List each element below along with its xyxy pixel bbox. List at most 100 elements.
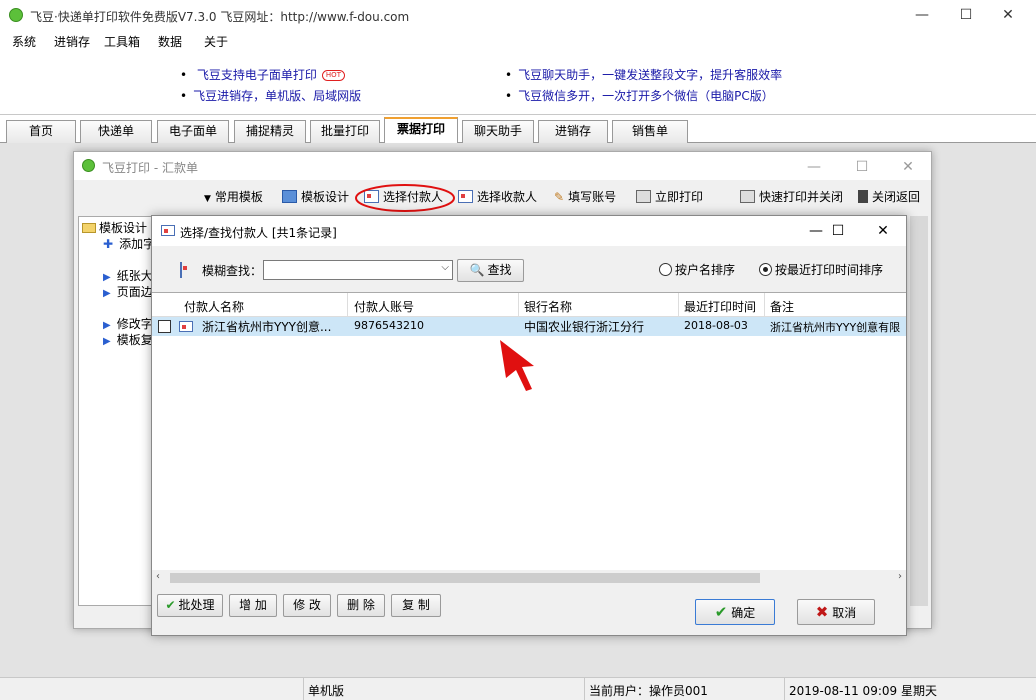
row-checkbox[interactable] — [158, 320, 171, 333]
close-return-label: 关闭返回 — [872, 190, 921, 204]
tree-item-page-margin[interactable]: ▶ 页面边 — [103, 283, 153, 300]
scroll-left-icon[interactable]: ‹ — [156, 571, 160, 582]
tab-capture[interactable]: 捕捉精灵 — [234, 120, 306, 143]
card-icon — [179, 321, 193, 332]
select-payee-label: 选择收款人 — [477, 190, 538, 204]
tree-item-add-field[interactable]: ✚ 添加字 — [103, 235, 155, 252]
tree-item-label: 模板复 — [116, 333, 153, 347]
ok-button[interactable]: ✔ 确定 — [695, 599, 775, 625]
edit-button[interactable]: 修 改 — [283, 594, 331, 617]
close-icon: ✖ — [815, 603, 829, 621]
remittance-close-button[interactable]: ✕ — [888, 156, 928, 178]
minimize-button[interactable]: — — [902, 4, 942, 26]
add-button[interactable]: 增 加 — [229, 594, 277, 617]
tab-inventory[interactable]: 进销存 — [538, 120, 608, 143]
tree-item-label: 添加字 — [119, 237, 156, 251]
card-icon — [180, 262, 182, 278]
menu-about[interactable]: 关于 — [204, 33, 228, 50]
promo-link-eform[interactable]: 飞豆支持电子面单打印 HOT — [180, 66, 345, 83]
tab-home[interactable]: 首页 — [6, 120, 76, 143]
batch-label: 批处理 — [178, 598, 215, 612]
cancel-button[interactable]: ✖ 取消 — [797, 599, 875, 625]
cell-bank: 中国农业银行浙江分行 — [524, 320, 645, 334]
promo-link-eform-text[interactable]: 飞豆支持电子面单打印 — [197, 68, 317, 82]
dialog-close-button[interactable]: ✕ — [863, 220, 903, 242]
menu-system[interactable]: 系统 — [12, 33, 36, 50]
tree-item-template-design[interactable]: 模板设计 — [82, 219, 147, 236]
checkmark-icon: ✔ — [165, 598, 176, 612]
column-separator — [764, 293, 765, 317]
pencil-icon: ✎ — [554, 190, 565, 204]
batch-button[interactable]: ✔ 批处理 — [157, 594, 223, 617]
cell-payer-account: 9876543210 — [354, 319, 424, 332]
menu-inventory[interactable]: 进销存 — [54, 33, 90, 50]
search-icon: 🔍 — [469, 263, 485, 277]
tab-chat-helper[interactable]: 聊天助手 — [462, 120, 534, 143]
tab-sales[interactable]: 销售单 — [612, 120, 688, 143]
tree-item-label: 纸张大 — [116, 269, 153, 283]
exit-icon — [858, 190, 868, 203]
print-now-label: 立即打印 — [655, 190, 704, 204]
chevron-down-icon[interactable]: ⌵ — [441, 262, 449, 273]
promo-link-inventory[interactable]: 飞豆进销存，单机版、局域网版 — [180, 87, 361, 104]
scroll-right-icon[interactable]: › — [898, 571, 902, 582]
col-payer-account[interactable]: 付款人账号 — [354, 298, 414, 315]
search-button[interactable]: 🔍 查找 — [457, 259, 524, 282]
remittance-title: 飞豆打印 - 汇款单 — [102, 161, 198, 175]
col-remark[interactable]: 备注 — [770, 298, 794, 315]
delete-button[interactable]: 删 除 — [337, 594, 385, 617]
menu-data[interactable]: 数据 — [158, 33, 182, 50]
fill-account-button[interactable]: ✎ 填写账号 — [554, 188, 616, 205]
print-now-button[interactable]: 立即打印 — [636, 188, 703, 205]
tree-item-label: 修改字 — [116, 317, 153, 331]
maximize-button[interactable]: ☐ — [946, 4, 986, 26]
hot-badge: HOT — [321, 70, 345, 81]
col-last-print[interactable]: 最近打印时间 — [684, 298, 756, 315]
sort-by-name-radio[interactable]: 按户名排序 — [659, 261, 735, 278]
card-icon — [161, 225, 175, 236]
radio-selected-icon — [759, 263, 772, 276]
tree-item-template-copy[interactable]: ▶ 模板复 — [103, 331, 153, 348]
select-payee-button[interactable]: 选择收款人 — [458, 188, 537, 205]
status-datetime: 2019-08-11 09:09 星期天 — [789, 684, 937, 698]
status-bar: 单机版 当前用户：操作员001 2019-08-11 09:09 星期天 — [0, 677, 1036, 700]
menu-toolbox[interactable]: 工具箱 — [104, 33, 140, 50]
col-bank[interactable]: 银行名称 — [524, 298, 572, 315]
tab-batch-print[interactable]: 批量打印 — [310, 120, 380, 143]
common-template-button[interactable]: ▼ 常用模板 — [204, 188, 263, 205]
annotation-arrow-icon — [500, 340, 534, 391]
app-titlebar: 飞豆·快递单打印软件免费版V7.3.0 飞豆网址：http://www.f-do… — [0, 0, 1036, 31]
cell-payer-name: 浙江省杭州市YYY创意... — [202, 320, 332, 334]
cancel-label: 取消 — [832, 606, 857, 620]
dialog-titlebar: 选择/查找付款人 [共1条记录] — ☐ ✕ — [152, 216, 906, 246]
close-button[interactable]: ✕ — [988, 4, 1028, 26]
status-divider — [303, 678, 304, 700]
promo-link-wechat[interactable]: 飞豆微信多开，一次打开多个微信（电脑PC版） — [505, 87, 774, 104]
tab-express[interactable]: 快递单 — [80, 120, 152, 143]
col-payer-name[interactable]: 付款人名称 — [184, 298, 244, 315]
arrow-right-icon: ▶ — [103, 336, 111, 347]
tree-item-edit-field[interactable]: ▶ 修改字 — [103, 315, 153, 332]
copy-button[interactable]: 复 制 — [391, 594, 441, 617]
remittance-minimize-button[interactable]: — — [794, 156, 834, 178]
horizontal-scrollbar[interactable]: ‹ › — [152, 570, 906, 586]
remittance-maximize-button[interactable]: ☐ — [842, 156, 882, 178]
close-return-button[interactable]: 关闭返回 — [858, 188, 920, 205]
tab-eform[interactable]: 电子面单 — [157, 120, 229, 143]
arrow-right-icon: ▶ — [103, 272, 111, 283]
dialog-title: 选择/查找付款人 [共1条记录] — [180, 226, 337, 240]
sort-by-time-radio[interactable]: 按最近打印时间排序 — [759, 261, 883, 278]
tree-item-paper-size[interactable]: ▶ 纸张大 — [103, 267, 153, 284]
arrow-right-icon: ▶ — [103, 288, 111, 299]
menu-bar: 系统 进销存 工具箱 数据 关于 — [0, 31, 1036, 51]
printer-icon — [740, 190, 755, 203]
search-combo[interactable]: ⌵ — [263, 260, 453, 280]
tab-bill-print[interactable]: 票据打印 — [384, 117, 458, 144]
annotation-ellipse — [355, 184, 455, 212]
dialog-maximize-button[interactable]: ☐ — [818, 220, 858, 242]
quick-print-close-button[interactable]: 快速打印并关闭 — [740, 188, 843, 205]
ok-label: 确定 — [731, 606, 756, 620]
scrollbar-thumb[interactable] — [170, 573, 760, 583]
promo-link-chat[interactable]: 飞豆聊天助手，一键发送整段文字，提升客服效率 — [505, 66, 782, 83]
template-design-button[interactable]: 模板设计 — [282, 188, 349, 205]
